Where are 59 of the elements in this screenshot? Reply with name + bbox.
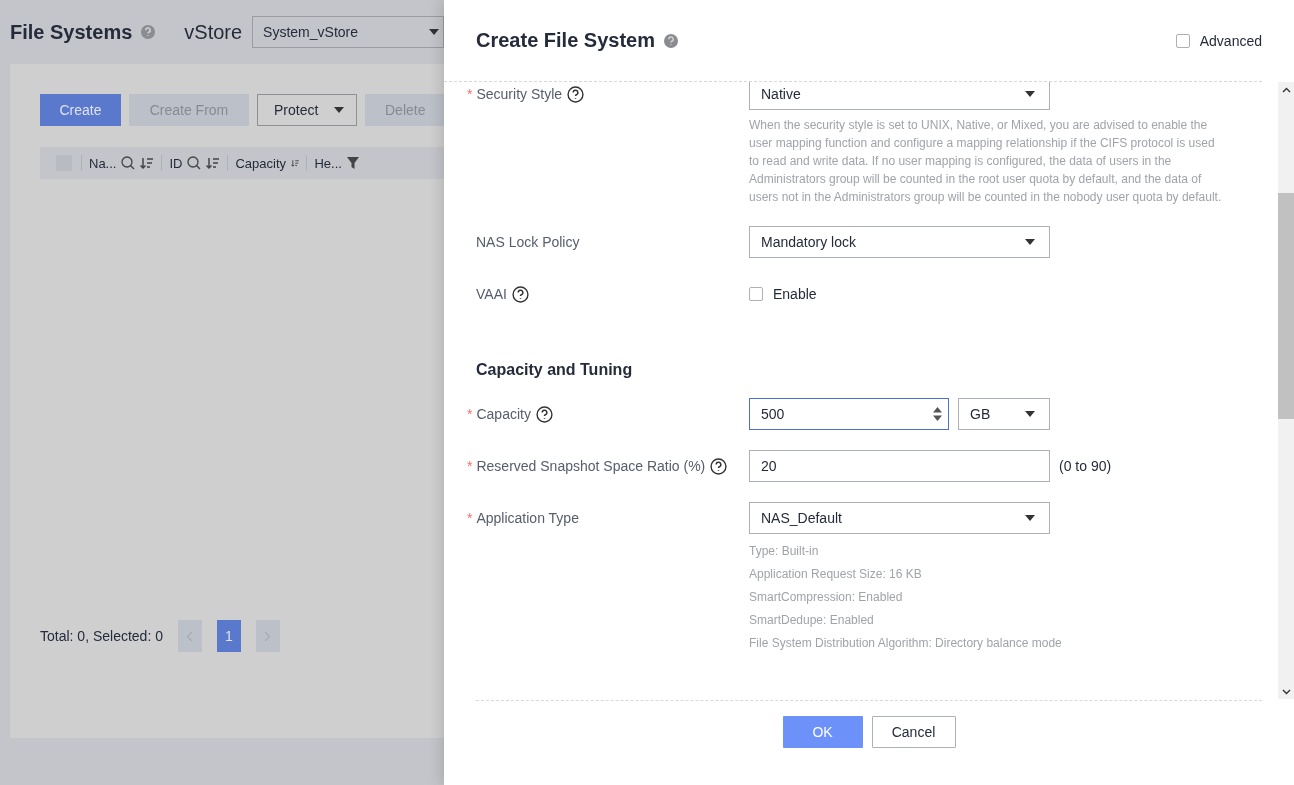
- range-hint: (0 to 90): [1059, 458, 1112, 474]
- field-label: NAS Lock Policy: [476, 234, 580, 250]
- vstore-label: vStore: [184, 20, 243, 44]
- field-label: Reserved Snapshot Space Ratio (%): [476, 458, 706, 474]
- hint-text: File System Distribution Algorithm: Directory balance mode: [749, 635, 1063, 652]
- caret-icon: [1025, 91, 1035, 97]
- pagination-summary: Total: 0, Selected: 0: [40, 627, 163, 646]
- required-mark: *: [467, 86, 473, 102]
- required-mark: *: [467, 458, 473, 474]
- field-label: Application Type: [476, 510, 579, 526]
- scroll-up-icon[interactable]: [1281, 87, 1291, 93]
- hint-text: Application Request Size: 16 KB: [749, 566, 923, 583]
- number-field[interactable]: 500: [749, 398, 949, 430]
- search-icon[interactable]: [187, 156, 202, 170]
- spinner-icon[interactable]: [933, 406, 942, 422]
- scrollbar-thumb[interactable]: [1278, 193, 1294, 419]
- caret-icon: [429, 29, 440, 35]
- column-header[interactable]: He...: [314, 155, 342, 171]
- vstore-select[interactable]: System_vStore: [252, 16, 444, 48]
- caret-icon: [1025, 239, 1035, 245]
- column-header[interactable]: Capacity: [235, 155, 287, 171]
- help-icon[interactable]: [567, 85, 585, 103]
- caret-icon: [1025, 515, 1035, 521]
- scrollbar[interactable]: [1278, 82, 1294, 699]
- advanced-checkbox[interactable]: [1175, 33, 1190, 48]
- select-field[interactable]: Native: [749, 82, 1050, 110]
- help-icon[interactable]: [511, 285, 529, 303]
- help-icon[interactable]: [710, 457, 728, 475]
- caret-icon: [1025, 411, 1035, 417]
- unit-select[interactable]: GB: [958, 398, 1050, 430]
- field-label: VAAI: [476, 286, 507, 302]
- select-field[interactable]: Mandatory lock: [749, 226, 1050, 258]
- toolbar-button[interactable]: Protect: [257, 94, 357, 126]
- column-header[interactable]: ID: [169, 155, 183, 171]
- hint-text: SmartDedupe: Enabled: [749, 612, 875, 629]
- field-label: Security Style: [476, 86, 563, 102]
- hint-text: Type: Built-in: [749, 543, 820, 560]
- hint-text: When the security style is set to UNIX, Native, or Mixed, you are advised to enable the user mapping function and configure a mapping relationship if the CIFS protocol is used to read and write data. If no user mapping is configured, the data of users in the Administrators group will be counted in the root user quota by default, and the data of users not in the Administrators group will be counted in the nobody user quota by default.: [749, 117, 1223, 206]
- dialog-title: Create File System: [476, 29, 655, 52]
- required-mark: *: [467, 406, 473, 422]
- sort-icon[interactable]: [140, 156, 155, 170]
- field-label: Capacity: [476, 406, 531, 422]
- page-title: File Systems: [10, 20, 133, 44]
- column-header[interactable]: Na...: [89, 155, 117, 171]
- text-field[interactable]: 20: [749, 450, 1050, 482]
- select-field[interactable]: NAS_Default: [749, 502, 1050, 534]
- enable-checkbox[interactable]: [749, 287, 763, 301]
- sort-icon[interactable]: [206, 156, 221, 170]
- hint-text: SmartCompression: Enabled: [749, 589, 904, 606]
- filter-icon[interactable]: [346, 157, 359, 169]
- scroll-down-icon[interactable]: [1281, 689, 1291, 695]
- section-heading: Capacity and Tuning: [476, 360, 634, 380]
- advanced-label: Advanced: [1199, 32, 1262, 49]
- required-mark: *: [467, 510, 473, 526]
- cancel-button[interactable]: Cancel: [871, 716, 956, 748]
- checkbox-label: Enable: [773, 286, 817, 302]
- caret-icon: [334, 107, 345, 113]
- help-icon[interactable]: [535, 405, 553, 423]
- search-icon[interactable]: [121, 156, 136, 170]
